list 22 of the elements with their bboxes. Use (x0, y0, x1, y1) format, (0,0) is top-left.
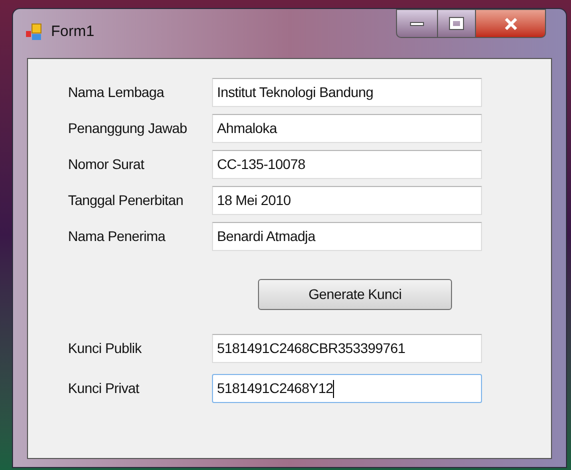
text-field[interactable]: Benardi Atmadja (212, 222, 482, 251)
text-field[interactable]: Institut Teknologi Bandung (212, 78, 482, 107)
field-label: Nomor Surat (68, 155, 146, 174)
close-button[interactable] (476, 9, 546, 38)
text-field[interactable]: 5181491C2468Y12 (212, 374, 482, 403)
field-label: Nama Penerima (68, 227, 166, 246)
close-icon (504, 18, 518, 30)
field-label: Kunci Privat (68, 379, 140, 398)
window-title: Form1 (51, 22, 94, 42)
text-field[interactable]: Ahmaloka (212, 114, 482, 143)
minimize-button[interactable] (396, 9, 438, 38)
maximize-button[interactable] (438, 9, 476, 38)
field-label: Nama Lembaga (68, 83, 166, 102)
field-label: Kunci Publik (68, 339, 143, 358)
field-label: Tanggal Penerbitan (68, 191, 184, 210)
text-field[interactable]: 5181491C2468CBR353399761 (212, 334, 482, 363)
text-cursor (333, 380, 334, 398)
app-icon (25, 23, 43, 41)
generate-button[interactable]: Generate Kunci (258, 279, 452, 310)
field-label: Penanggung Jawab (68, 119, 188, 138)
text-field[interactable]: CC-135-10078 (212, 150, 482, 179)
text-field[interactable]: 18 Mei 2010 (212, 186, 482, 215)
